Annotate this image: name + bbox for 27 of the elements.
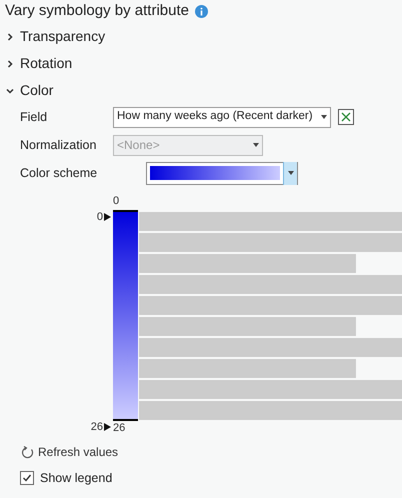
show-legend-checkbox[interactable] bbox=[20, 471, 34, 485]
handle-arrow-icon[interactable] bbox=[104, 423, 111, 431]
field-label: Field bbox=[20, 108, 48, 126]
min-value: 0 bbox=[113, 194, 120, 209]
check-icon bbox=[22, 473, 32, 483]
chevron-right-icon[interactable] bbox=[6, 60, 14, 68]
refresh-values-button[interactable]: Refresh values bbox=[38, 443, 118, 461]
max-value: 26 bbox=[113, 421, 126, 435]
chevron-right-icon[interactable] bbox=[6, 32, 14, 40]
handle-arrow-icon[interactable] bbox=[104, 213, 111, 221]
chevron-down-icon[interactable] bbox=[6, 86, 14, 94]
caret-icon bbox=[253, 143, 259, 147]
color-scheme-label: Color scheme bbox=[20, 164, 98, 182]
handle-value: 0 bbox=[96, 210, 103, 225]
show-legend-label: Show legend bbox=[40, 470, 112, 487]
normalization-label: Normalization bbox=[20, 136, 98, 154]
caret-icon bbox=[288, 171, 294, 175]
section-title: Vary symbology by attribute bbox=[5, 1, 189, 22]
section-header[interactable]: Rotation bbox=[20, 53, 72, 74]
handle-value: 26 bbox=[90, 420, 103, 435]
caret-icon bbox=[321, 115, 327, 119]
info-icon[interactable] bbox=[194, 5, 208, 18]
field-dropdown[interactable]: How many weeks ago (Recent darker) bbox=[113, 106, 331, 128]
section-header[interactable]: Transparency bbox=[20, 26, 106, 47]
section-header[interactable]: Color bbox=[20, 80, 54, 101]
refresh-icon[interactable] bbox=[21, 446, 34, 458]
color-scheme-dropdown[interactable] bbox=[146, 162, 298, 184]
